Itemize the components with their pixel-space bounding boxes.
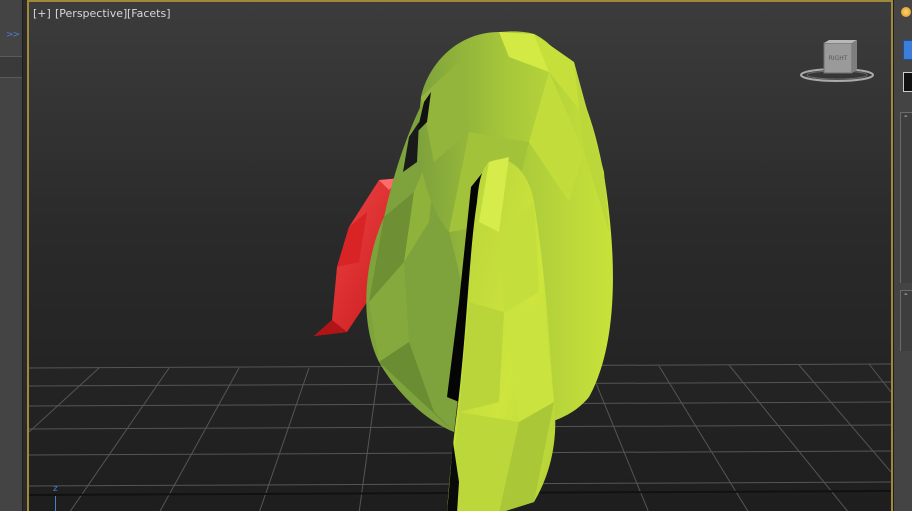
sun-icon[interactable] bbox=[901, 7, 911, 17]
perspective-viewport[interactable]: [+] [Perspective] [Facets] RIGHT z bbox=[27, 0, 893, 511]
collapse-icon[interactable]: - bbox=[904, 290, 908, 300]
rollout-panel-1[interactable]: - bbox=[900, 112, 912, 283]
scene-canvas[interactable] bbox=[29, 2, 891, 511]
viewport-shading-label[interactable]: [Facets] bbox=[127, 7, 171, 20]
left-toolbar-strip: >> bbox=[0, 0, 23, 511]
viewcube-face-label: RIGHT bbox=[829, 55, 848, 62]
viewcube-icon[interactable]: RIGHT bbox=[797, 40, 877, 86]
color-swatch-button[interactable] bbox=[903, 40, 912, 60]
checkbox-button[interactable] bbox=[903, 72, 912, 92]
3dsmax-window: >> [+] [Perspective] [Facets] RIGHT z - … bbox=[0, 0, 912, 511]
collapse-icon[interactable]: - bbox=[904, 112, 908, 122]
expand-toolbar-icon[interactable]: >> bbox=[6, 30, 20, 40]
viewport-view-label[interactable]: [Perspective] bbox=[55, 7, 127, 20]
axis-z-label: z bbox=[53, 484, 58, 494]
rollout-panel-2[interactable]: - bbox=[900, 290, 912, 351]
command-panel-strip: - - bbox=[893, 0, 912, 511]
viewport-menu-plus[interactable]: [+] bbox=[33, 7, 51, 20]
toolbar-separator bbox=[0, 56, 22, 78]
axis-z-line bbox=[55, 496, 56, 511]
